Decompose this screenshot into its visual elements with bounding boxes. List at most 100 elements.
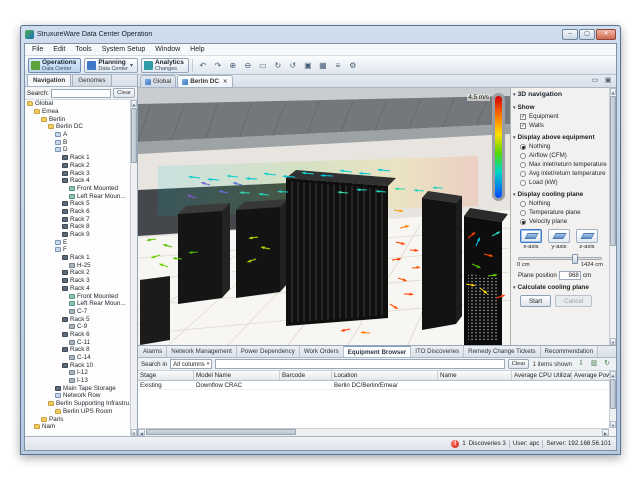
menu-tools[interactable]: Tools [70, 44, 96, 55]
show-section-header[interactable]: ▾ Show [513, 103, 607, 112]
column-header-model-name[interactable]: Model Name [194, 371, 280, 380]
tree-item-rack-5[interactable]: Rack 5 [25, 200, 130, 208]
column-header-average-cpu-utilization[interactable]: Average CPU Utilization [512, 371, 572, 380]
tab-genomes[interactable]: Genomes [72, 74, 111, 86]
option-avg-inlet-return-temperature[interactable]: Avg inlet/return temperature [513, 169, 607, 178]
tab-ito-discoveries[interactable]: ITO Discoveries [411, 346, 464, 357]
tree-item-b[interactable]: B [25, 138, 130, 146]
column-header-name[interactable]: Name [438, 371, 512, 380]
navigation-search-input[interactable] [51, 89, 111, 98]
menu-system-setup[interactable]: System Setup [97, 44, 151, 55]
scroll-track[interactable] [610, 378, 616, 421]
discoveries-status[interactable]: Discoveries 3 [469, 440, 506, 447]
settings-icon[interactable]: ⚙ [346, 58, 360, 72]
tree-item-network-row[interactable]: Network Row [25, 392, 130, 400]
cancel-button[interactable]: Cancel [555, 295, 592, 307]
plane-position-slider[interactable] [518, 257, 602, 260]
tree-item-front-mounted[interactable]: Front Mounted [25, 292, 130, 300]
tree-item-paris[interactable]: Paris [25, 415, 130, 423]
minimize-button[interactable]: – [562, 29, 578, 40]
minimize-view-icon[interactable]: ▭ [589, 75, 601, 86]
scroll-left-icon[interactable]: ◀ [138, 429, 145, 436]
menu-edit[interactable]: Edit [48, 44, 70, 55]
clear-filter-button[interactable]: Clear [508, 359, 530, 369]
tree-item-c-7[interactable]: C-7 [25, 308, 130, 316]
calculate-section-header[interactable]: ▾ Calculate cooling plane [513, 283, 607, 292]
clear-search-button[interactable]: Clear [113, 88, 135, 98]
scroll-down-icon[interactable]: ▼ [610, 338, 616, 345]
tab-alarms[interactable]: Alarms [139, 346, 167, 357]
scroll-up-icon[interactable]: ▲ [610, 371, 616, 378]
option-velocity-plane[interactable]: Velocity plane [513, 217, 607, 226]
tree-item-berlin-supporting-infrastru[interactable]: Berlin Supporting Infrastru... [25, 400, 130, 408]
zoom-in-icon[interactable]: ⊕ [226, 58, 240, 72]
tree-item-rack-1[interactable]: Rack 1 [25, 254, 130, 262]
close-tab-icon[interactable]: ✕ [223, 76, 228, 88]
menu-window[interactable]: Window [150, 44, 185, 55]
tree-item-rack-8[interactable]: Rack 8 [25, 346, 130, 354]
radio-unchecked-icon[interactable] [520, 153, 526, 159]
rotate-icon[interactable]: ↻ [271, 58, 285, 72]
scroll-thumb[interactable] [610, 96, 616, 246]
tab-navigation[interactable]: Navigation [27, 74, 71, 86]
tree-item-rack-4[interactable]: Rack 4 [25, 285, 130, 293]
radio-unchecked-icon[interactable] [520, 201, 526, 207]
grid-icon[interactable]: ▦ [316, 58, 330, 72]
tree-item-f[interactable]: F [25, 246, 130, 254]
checkbox-checked-icon[interactable]: ✓ [520, 114, 526, 120]
tree-item-rack-2[interactable]: Rack 2 [25, 269, 130, 277]
refresh-icon[interactable]: ↻ [601, 359, 613, 370]
tree-item-front-mounted[interactable]: Front Mounted [25, 185, 130, 193]
tree-item-rack-9[interactable]: Rack 9 [25, 231, 130, 239]
tree-item-rack-3[interactable]: Rack 3 [25, 277, 130, 285]
cooling-plane-section-header[interactable]: ▾ Display cooling plane [513, 190, 607, 199]
column-filter-dropdown[interactable]: All columns ▾ [170, 359, 212, 369]
tab-equipment-browser[interactable]: Equipment Browser [344, 346, 411, 357]
zoom-fit-icon[interactable]: ▭ [256, 58, 270, 72]
undo-icon[interactable]: ↶ [196, 58, 210, 72]
table-scrollbar[interactable]: ▲ ▼ [609, 371, 616, 428]
tree-item-rack-10[interactable]: Rack 10 [25, 361, 130, 369]
error-badge-icon[interactable] [451, 440, 459, 448]
option-load-kw[interactable]: Load (kW) [513, 178, 607, 187]
tree-scrollbar[interactable]: ▲ ▼ [130, 100, 137, 436]
option-equipment[interactable]: ✓Equipment [513, 112, 607, 121]
tree-item-rack-5[interactable]: Rack 5 [25, 315, 130, 323]
3d-view[interactable]: 4.5 m/s [138, 88, 510, 345]
scroll-thumb[interactable] [146, 429, 296, 435]
perspective-planning[interactable]: PlanningData Center▾ [84, 58, 138, 73]
tree-item-left-rear-moun[interactable]: Left Rear Moun... [25, 192, 130, 200]
scroll-thumb[interactable] [131, 108, 137, 163]
scroll-down-icon[interactable]: ▼ [131, 429, 137, 436]
tree-item-rack-8[interactable]: Rack 8 [25, 223, 130, 231]
tree-item-rack-4[interactable]: Rack 4 [25, 177, 130, 185]
scroll-thumb[interactable] [610, 379, 616, 409]
tree-item-e[interactable]: E [25, 238, 130, 246]
equipment-search-input[interactable] [215, 359, 504, 369]
column-header-stage[interactable]: Stage [138, 371, 194, 380]
option-max-inlet-return-temperature[interactable]: Max inlet/return temperature [513, 160, 607, 169]
radio-unchecked-icon[interactable] [520, 162, 526, 168]
tree-item-d[interactable]: D [25, 146, 130, 154]
zoom-out-icon[interactable]: ⊖ [241, 58, 255, 72]
tab-network-management[interactable]: Network Management [167, 346, 237, 357]
tree-item-rack-2[interactable]: Rack 2 [25, 162, 130, 170]
tree-item-i-12[interactable]: I-12 [25, 369, 130, 377]
option-temperature-plane[interactable]: Temperature plane [513, 208, 607, 217]
layers-icon[interactable]: ≡ [331, 58, 345, 72]
axis-button-y-axis[interactable]: y-axis [548, 229, 570, 250]
option-airflow-cfm[interactable]: Airflow (CFM) [513, 151, 607, 160]
option-walls[interactable]: ✓Walls [513, 121, 607, 130]
axis-button-z-axis[interactable]: z-axis [576, 229, 598, 250]
checkbox-checked-icon[interactable]: ✓ [520, 123, 526, 129]
tree-item-i-13[interactable]: I-13 [25, 377, 130, 385]
table-columns-icon[interactable]: ▥ [588, 359, 600, 370]
scroll-track[interactable] [131, 107, 137, 429]
tab-work-orders[interactable]: Work Orders [300, 346, 344, 357]
close-button[interactable]: ✕ [596, 29, 616, 40]
scroll-down-icon[interactable]: ▼ [610, 421, 616, 428]
table-hscrollbar[interactable]: ◀ ▶ [138, 428, 609, 436]
display-above-section-header[interactable]: ▾ Display above equipment [513, 133, 607, 142]
perspective-operations[interactable]: OperationsData Center [28, 58, 81, 73]
maximize-view-icon[interactable]: ▣ [602, 75, 614, 86]
